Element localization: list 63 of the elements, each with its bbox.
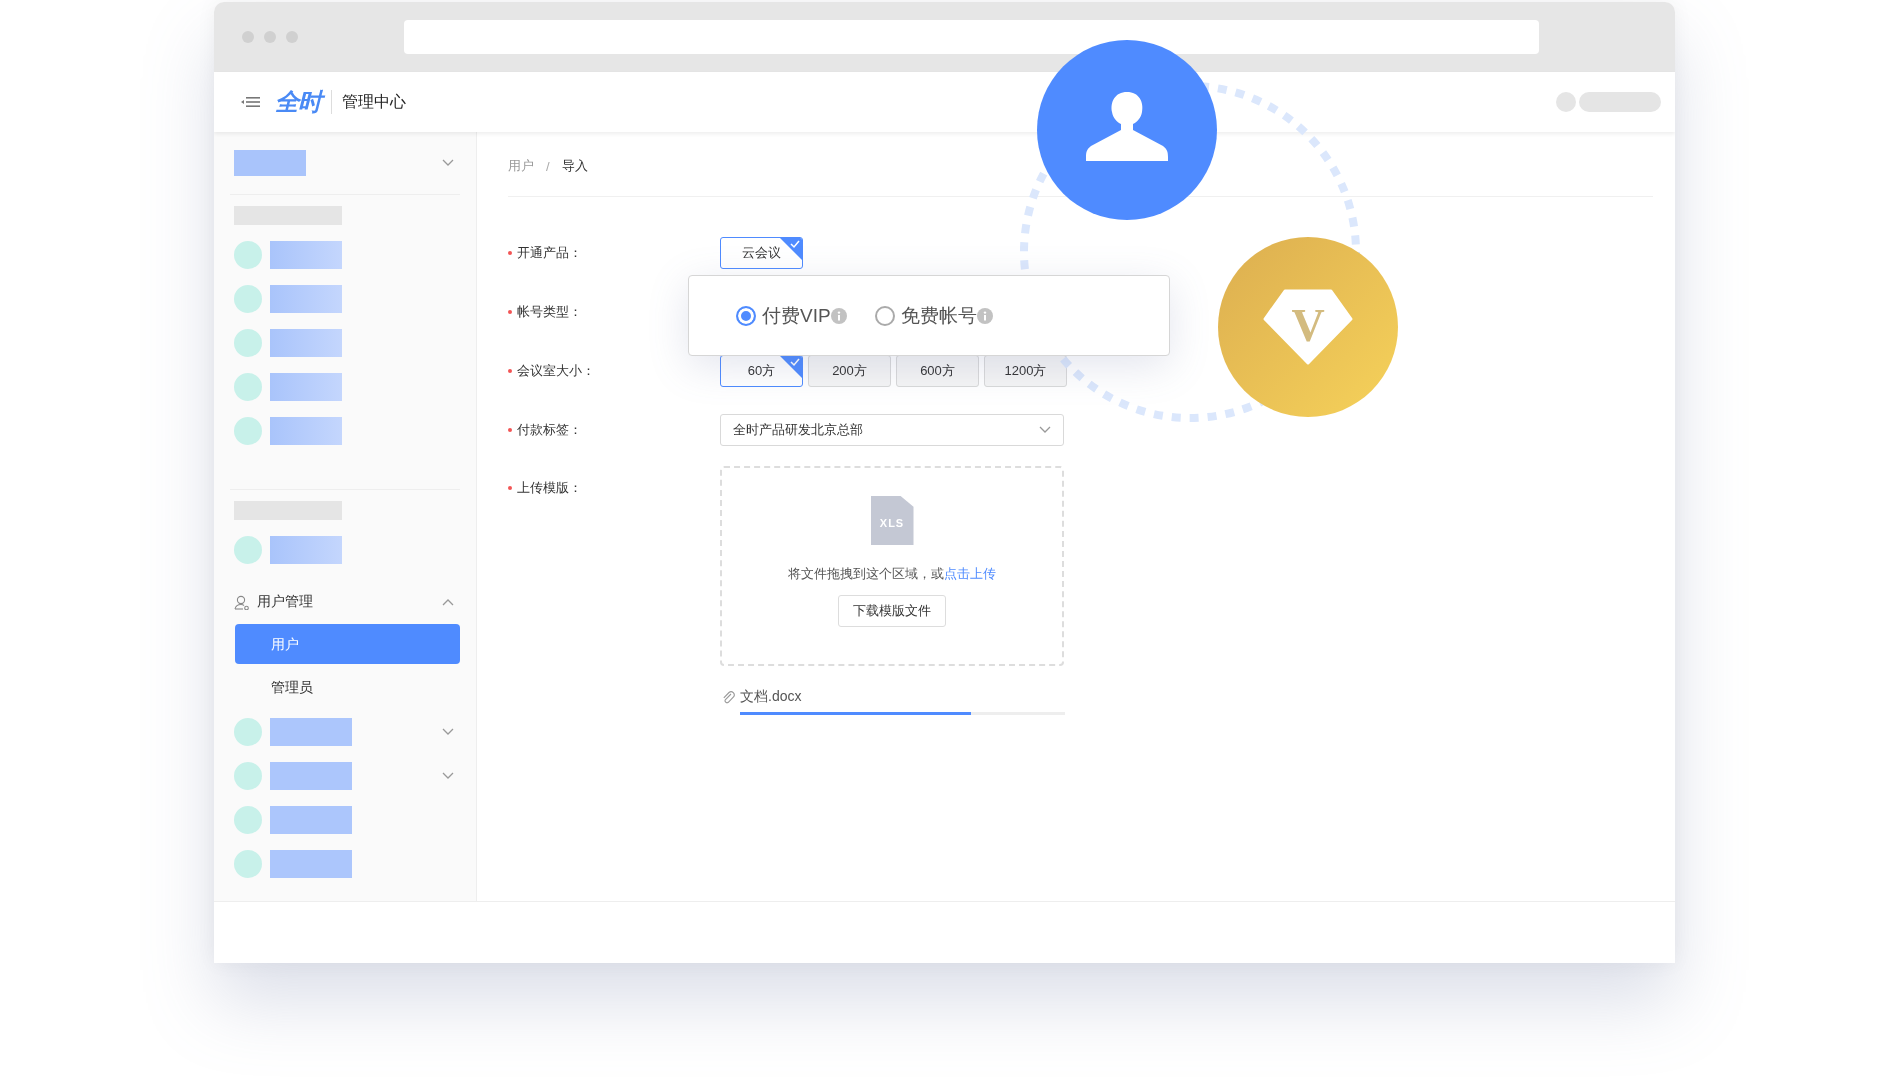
radio-button[interactable] (874, 305, 895, 326)
placeholder-bar[interactable] (270, 762, 352, 790)
user-name-placeholder[interactable] (1579, 92, 1661, 112)
placeholder-dot (234, 373, 262, 401)
file-name[interactable]: 文档.docx (740, 688, 802, 706)
app-title: 管理中心 (342, 91, 406, 112)
paperclip-icon (722, 690, 735, 704)
placeholder-bar[interactable] (270, 850, 352, 878)
field-label: 付款标签： (517, 420, 582, 439)
placeholder-bar (234, 150, 306, 176)
avatar[interactable] (1556, 92, 1576, 112)
placeholder-bar[interactable] (270, 417, 342, 445)
diamond-icon (1263, 289, 1353, 365)
radio-label[interactable]: 付费VIP (762, 302, 831, 329)
option-button[interactable]: 200方 (808, 354, 891, 387)
chevron-down-icon[interactable] (442, 728, 454, 736)
vip-letter: V (1291, 303, 1325, 353)
field-label: 帐号类型： (517, 302, 582, 321)
menu-group-label[interactable]: 用户管理 (257, 593, 313, 611)
option-button[interactable]: 600方 (896, 354, 979, 387)
check-icon (780, 237, 802, 260)
upload-hint: 将文件拖拽到这个区域，或点击上传 (788, 565, 996, 583)
option-button[interactable]: 云会议 (720, 236, 803, 269)
field-label: 开通产品： (517, 243, 582, 262)
placeholder-dot (234, 329, 262, 357)
placeholder-dot (234, 417, 262, 445)
menu-item[interactable]: 管理员 (235, 667, 460, 707)
user-settings-icon (234, 594, 249, 610)
placeholder-bar[interactable] (270, 806, 352, 834)
breadcrumb-separator: / (546, 158, 550, 174)
placeholder-bar[interactable] (270, 536, 342, 564)
option-button[interactable]: 60方 (720, 354, 803, 387)
placeholder-bar[interactable] (270, 718, 352, 746)
field-label: 上传模版： (517, 479, 582, 497)
radio-button[interactable] (736, 305, 756, 326)
placeholder-dot (234, 850, 262, 878)
placeholder-dot (234, 285, 262, 313)
chevron-down-icon[interactable] (1039, 425, 1051, 434)
chevron-up-icon[interactable] (442, 598, 454, 606)
spreadsheet-file-icon: XLS (870, 496, 914, 545)
option-button[interactable]: 1200方 (984, 354, 1067, 387)
field-label: 会议室大小： (517, 361, 595, 380)
download-template-button[interactable]: 下载模版文件 (838, 595, 946, 627)
upload-area[interactable]: XLS 将文件拖拽到这个区域，或点击上传 下载模版文件 (720, 466, 1064, 666)
placeholder-bar[interactable] (270, 241, 342, 269)
placeholder-dot (234, 241, 262, 269)
dropdown-value: 全时产品研发北京总部 (733, 420, 863, 439)
info-icon[interactable] (830, 307, 847, 324)
placeholder-dot (234, 762, 262, 790)
placeholder-bar[interactable] (270, 329, 342, 357)
info-icon[interactable] (976, 307, 993, 324)
menu-icon[interactable] (240, 96, 261, 108)
placeholder-bar[interactable] (270, 373, 342, 401)
placeholder-dot (234, 536, 262, 564)
dropdown[interactable]: 全时产品研发北京总部 (720, 413, 1064, 446)
breadcrumb-item: 导入 (561, 157, 588, 175)
chevron-down-icon[interactable] (442, 159, 454, 167)
address-bar[interactable] (404, 20, 1539, 54)
placeholder-dot (234, 718, 262, 746)
placeholder-dot (234, 806, 262, 834)
chevron-down-icon[interactable] (442, 772, 454, 780)
radio-label[interactable]: 免费帐号 (900, 302, 977, 329)
placeholder-bar[interactable] (270, 285, 342, 313)
